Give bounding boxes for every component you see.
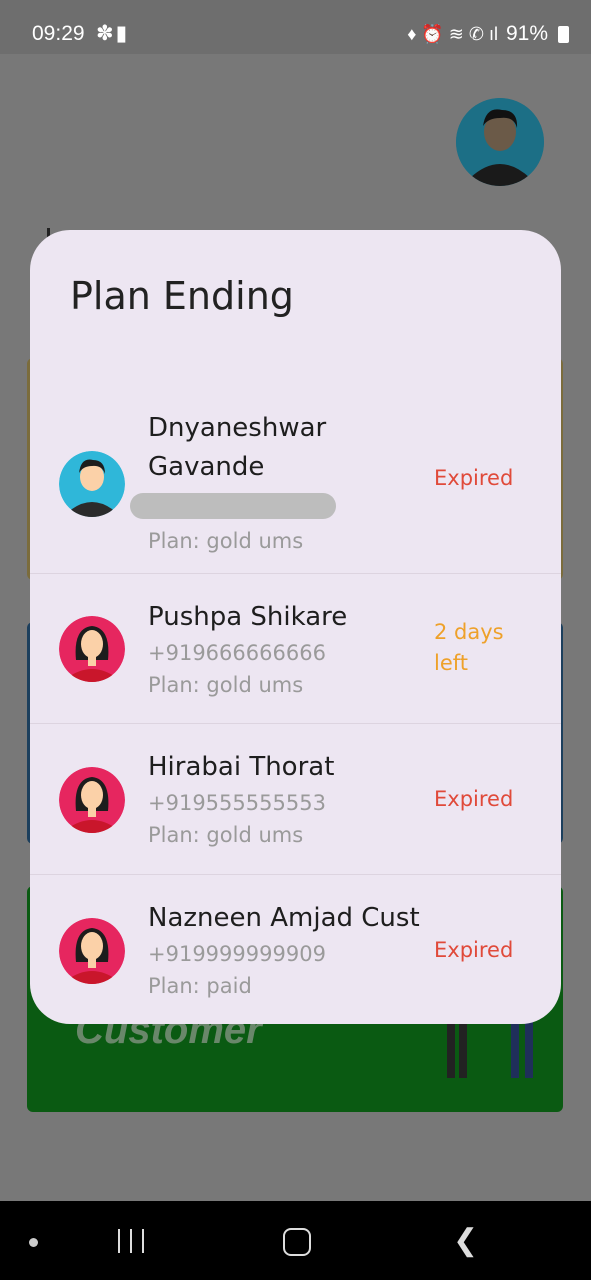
navigation-bar: ❮ bbox=[0, 1201, 591, 1280]
customer-plan: Plan: gold ums bbox=[148, 673, 304, 697]
recents-bar-icon bbox=[142, 1229, 144, 1253]
battery-percent: 91% bbox=[505, 22, 548, 45]
customer-name: Dnyaneshwar Gavande bbox=[148, 413, 327, 482]
status-right: ♦ ⏰ ≋ ✆ ıl 91% bbox=[407, 22, 569, 46]
avatar bbox=[59, 767, 125, 833]
customer-name: Pushpa Shikare bbox=[148, 602, 348, 632]
plan-status: Expired bbox=[434, 938, 514, 962]
customer-plan: Plan: gold ums bbox=[148, 823, 304, 847]
female-avatar-icon bbox=[59, 767, 125, 833]
recents-button[interactable] bbox=[118, 1229, 144, 1253]
female-avatar-icon bbox=[59, 616, 125, 682]
illustration-figure bbox=[511, 1018, 519, 1078]
illustration-figure bbox=[459, 1018, 467, 1078]
plan-status: Expired bbox=[434, 466, 514, 490]
customer-name: Nazneen Amjad Cust bbox=[148, 903, 420, 933]
male-avatar-icon bbox=[456, 98, 544, 186]
home-button[interactable] bbox=[283, 1228, 311, 1256]
avatar bbox=[59, 451, 125, 517]
customer-plan: Plan: gold ums bbox=[148, 529, 304, 553]
customer-info: Dnyaneshwar Gavande Plan: gold ums bbox=[130, 409, 378, 553]
list-item[interactable]: Pushpa Shikare +919666666666 Plan: gold … bbox=[30, 574, 561, 724]
customer-name: Hirabai Thorat bbox=[148, 752, 335, 782]
list-item[interactable]: Dnyaneshwar Gavande Plan: gold ums Expir… bbox=[30, 405, 561, 574]
recents-bar-icon bbox=[130, 1229, 132, 1253]
status-time: 09:29 bbox=[32, 22, 85, 45]
customer-phone: +919666666666 bbox=[148, 641, 326, 665]
phone-redacted bbox=[130, 493, 336, 519]
male-avatar-icon bbox=[59, 451, 125, 517]
plan-status: Expired bbox=[434, 787, 514, 811]
customer-phone: +919999999909 bbox=[148, 942, 326, 966]
list-item[interactable]: Nazneen Amjad Cust +919999999909 Plan: p… bbox=[30, 875, 561, 1024]
customer-plan: Plan: paid bbox=[148, 974, 252, 998]
plan-ending-dialog: Plan Ending Dnyaneshwar Gavande Plan: go… bbox=[30, 230, 561, 1024]
profile-avatar[interactable] bbox=[456, 98, 544, 186]
nav-indicator-dot bbox=[29, 1238, 38, 1247]
illustration-figure bbox=[525, 1018, 533, 1078]
plan-ending-list: Dnyaneshwar Gavande Plan: gold ums Expir… bbox=[30, 405, 561, 1024]
battery-icon bbox=[558, 25, 569, 43]
customer-info: Pushpa Shikare +919666666666 Plan: gold … bbox=[148, 598, 347, 697]
customer-phone: +919555555553 bbox=[148, 791, 326, 815]
illustration-figure bbox=[447, 1018, 455, 1078]
recents-bar-icon bbox=[118, 1229, 120, 1253]
list-item[interactable]: Hirabai Thorat +919555555553 Plan: gold … bbox=[30, 724, 561, 875]
status-bar: 09:29 ✽▮ ♦ ⏰ ≋ ✆ ıl 91% bbox=[0, 0, 591, 54]
female-avatar-icon bbox=[59, 918, 125, 984]
back-button[interactable]: ❮ bbox=[453, 1226, 478, 1256]
avatar bbox=[59, 616, 125, 682]
customer-info: Hirabai Thorat +919555555553 Plan: gold … bbox=[148, 748, 334, 847]
avatar bbox=[59, 918, 125, 984]
dialog-title: Plan Ending bbox=[70, 274, 294, 318]
notification-icons: ✽▮ bbox=[96, 22, 130, 45]
customer-info: Nazneen Amjad Cust +919999999909 Plan: p… bbox=[148, 899, 420, 998]
plan-status: 2 days left bbox=[434, 620, 504, 675]
system-status-icons: ♦ ⏰ ≋ ✆ ıl bbox=[407, 23, 498, 44]
